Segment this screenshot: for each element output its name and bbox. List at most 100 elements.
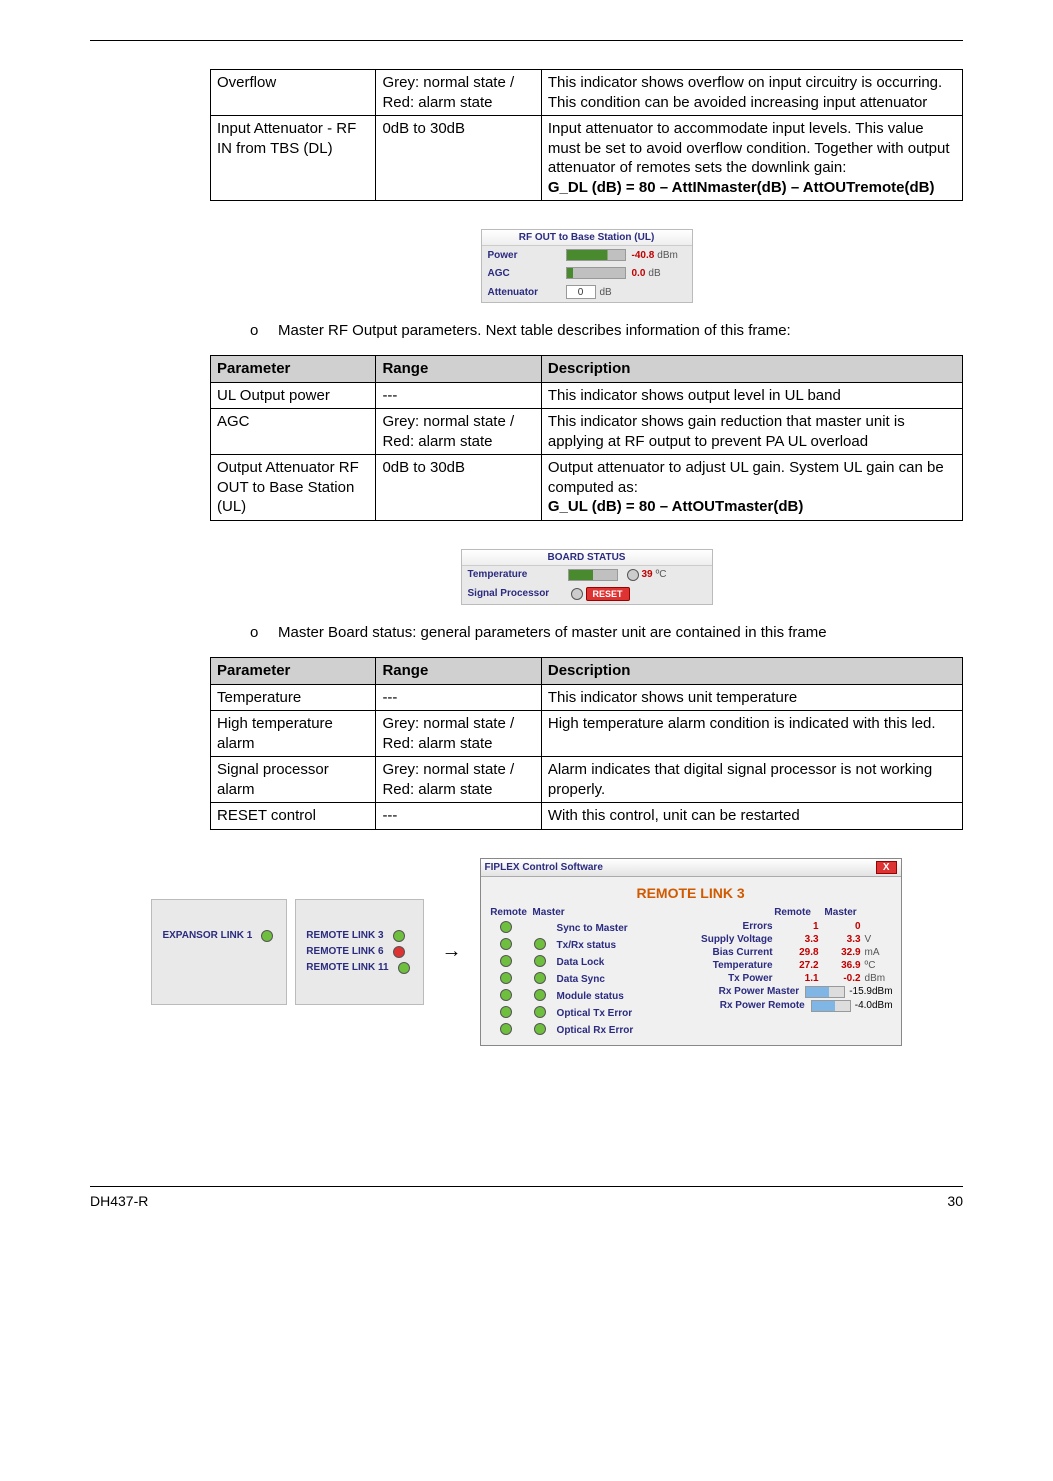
th-description: Description (541, 658, 962, 685)
expansor-label: EXPANSOR LINK 1 (162, 930, 252, 941)
reset-button[interactable]: RESET (586, 587, 630, 601)
agc-value: 0.0 (632, 268, 646, 279)
desc-cell: Input attenuator to accommodate input le… (541, 116, 962, 201)
kv-val-remote: 29.8 (781, 947, 823, 958)
status-name: Data Lock (557, 957, 605, 968)
table-row: High temperature alarm Grey: normal stat… (211, 711, 963, 757)
desc-cell: With this control, unit can be restarted (541, 803, 962, 830)
desc-text: Output attenuator to adjust UL gain. Sys… (548, 459, 944, 496)
kv-key: Supply Voltage (696, 934, 781, 945)
led-icon (534, 972, 546, 984)
expansor-group: EXPANSOR LINK 1 REMOTE LINK 3 REMOTE LIN… (151, 899, 423, 1005)
rf-out-panel: RF OUT to Base Station (UL) Power -40.8 … (481, 229, 693, 303)
bullet-text: Master Board status: general parameters … (278, 623, 963, 643)
close-button[interactable]: X (876, 861, 897, 874)
led-icon (261, 930, 273, 942)
status-name: Module status (557, 991, 624, 1002)
kv-row: Temperature27.236.9ºC (696, 959, 893, 972)
led-icon (500, 989, 512, 1001)
power-row: Power -40.8 dBm (482, 246, 692, 264)
range-cell: 0dB to 30dB (376, 455, 541, 521)
led-icon (500, 955, 512, 967)
remote-link-item[interactable]: REMOTE LINK 6 (306, 944, 412, 960)
rx-bar (805, 986, 845, 998)
kv-key: Bias Current (696, 947, 781, 958)
kv-unit: V (865, 934, 893, 945)
window-title: REMOTE LINK 3 (489, 885, 893, 901)
th-parameter: Parameter (211, 658, 376, 685)
kv-unit: ºC (865, 960, 893, 971)
temperature-row: Temperature 39 ºC (462, 566, 712, 584)
status-name: Optical Tx Error (557, 1008, 633, 1019)
page-footer: DH437-R 30 (90, 1186, 963, 1209)
table-overflow-input-att: Overflow Grey: normal state / Red: alarm… (210, 69, 963, 201)
desc-cell: This indicator shows unit temperature (541, 684, 962, 711)
expansor-link[interactable]: EXPANSOR LINK 1 (162, 928, 276, 944)
param-cell: AGC (211, 409, 376, 455)
temp-led-icon (627, 569, 639, 581)
bullet-text: Master RF Output parameters. Next table … (278, 321, 963, 341)
hdr-master: Master (529, 907, 569, 918)
kv-val-remote: 3.3 (781, 934, 823, 945)
range-cell: --- (376, 382, 541, 409)
hdr-remote: Remote (489, 907, 529, 918)
rx-bar (811, 1000, 851, 1012)
desc-formula: G_DL (dB) = 80 – AttINmaster(dB) – AttOU… (548, 179, 935, 196)
status-name: Optical Rx Error (557, 1025, 634, 1036)
power-unit: dBm (657, 250, 678, 261)
led-icon (534, 938, 546, 950)
led-icon (500, 921, 512, 933)
table-row: Output Attenuator RF OUT to Base Station… (211, 455, 963, 521)
table-header-row: Parameter Range Description (211, 658, 963, 685)
remote-link-item[interactable]: REMOTE LINK 11 (306, 960, 412, 976)
th-range: Range (376, 658, 541, 685)
main-content: Overflow Grey: normal state / Red: alarm… (210, 69, 963, 1046)
hdr-remote: Remote (769, 907, 817, 918)
kv-unit: mA (865, 947, 893, 958)
table-row: UL Output power --- This indicator shows… (211, 382, 963, 409)
led-icon (500, 1006, 512, 1018)
param-cell: RESET control (211, 803, 376, 830)
signal-processor-row: Signal Processor RESET (462, 584, 712, 604)
kv-key: Temperature (696, 960, 781, 971)
status-line: Module status (489, 988, 686, 1005)
param-cell: Signal processor alarm (211, 757, 376, 803)
range-cell: Grey: normal state / Red: alarm state (376, 757, 541, 803)
led-icon (500, 938, 512, 950)
bullet-marker: o (250, 623, 278, 643)
arrow-icon: → (442, 940, 462, 963)
window-columns: Remote Master Sync to Master Tx/Rx statu… (489, 907, 893, 1039)
window-body: REMOTE LINK 3 Remote Master Sync to Mast… (481, 877, 901, 1045)
figure-expansor-window: EXPANSOR LINK 1 REMOTE LINK 3 REMOTE LIN… (90, 858, 963, 1046)
bar-row: Rx Power Master-15.9dBm (696, 985, 893, 999)
led-icon (534, 955, 546, 967)
hdr-master: Master (817, 907, 865, 918)
led-icon (398, 962, 410, 974)
agc-bar (566, 267, 626, 279)
kv-val-remote: 1 (781, 921, 823, 932)
bullet-marker: o (250, 321, 278, 341)
led-icon (534, 1006, 546, 1018)
kv-row: Errors10 (696, 920, 893, 933)
bar-val: -4.0 (855, 1000, 872, 1011)
kv-val-master: 32.9 (823, 947, 865, 958)
att-label: Attenuator (488, 287, 566, 298)
remote-link-label: REMOTE LINK 3 (306, 930, 383, 941)
att-unit: dB (600, 287, 612, 298)
figure-rf-out-panel: RF OUT to Base Station (UL) Power -40.8 … (210, 229, 963, 303)
temp-bar (568, 569, 618, 581)
temp-value: 39 (642, 569, 653, 580)
kv-row: Bias Current29.832.9mA (696, 946, 893, 959)
table-header-row: Parameter Range Description (211, 356, 963, 383)
param-cell: UL Output power (211, 382, 376, 409)
att-input[interactable]: 0 (566, 285, 596, 299)
kv-val-master: 3.3 (823, 934, 865, 945)
table-board-status: Parameter Range Description Temperature … (210, 657, 963, 830)
desc-cell: This indicator shows output level in UL … (541, 382, 962, 409)
remote-link-item[interactable]: REMOTE LINK 3 (306, 928, 412, 944)
range-cell: Grey: normal state / Red: alarm state (376, 409, 541, 455)
param-cell: Input Attenuator - RF IN from TBS (DL) (211, 116, 376, 201)
app-title: FIPLEX Control Software (485, 862, 603, 873)
kv-key: Errors (696, 921, 781, 932)
desc-cell: This indicator shows overflow on input c… (541, 70, 962, 116)
